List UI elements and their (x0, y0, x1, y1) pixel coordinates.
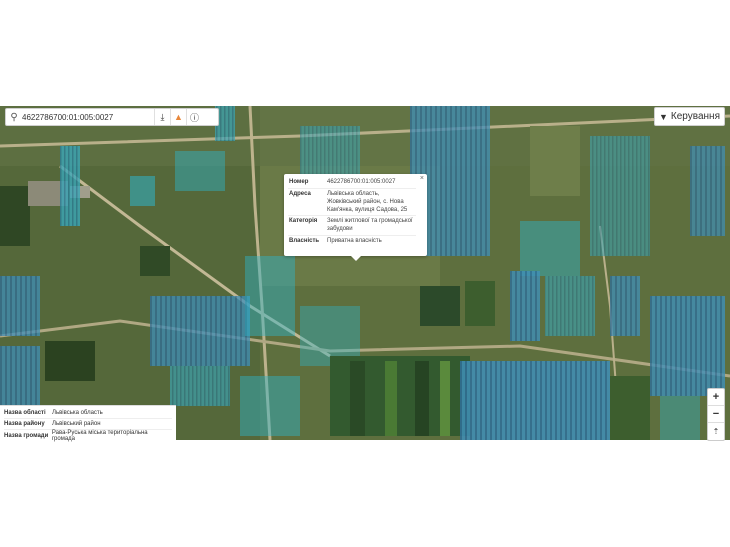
popup-value: Приватна власність (327, 237, 382, 244)
page: ⚲ ⤓ ▲ ⓘ ▼ Керування × Номер 4622786700:0… (0, 0, 730, 547)
popup-row: Власність Приватна власність (288, 235, 416, 246)
parcel-info-table: Номер 4622786700:01:005:0027 Адреса Льві… (288, 177, 416, 246)
control-button[interactable]: ▼ Керування (654, 107, 725, 126)
search-input[interactable] (22, 110, 154, 124)
info-row-hromada: Назва громади Рава-Руська міська територ… (4, 429, 172, 442)
info-row-raion: Назва району Львівський район (4, 419, 172, 430)
popup-pointer (351, 256, 361, 261)
popup-row: Адреса Львівська область, Жовківський ра… (288, 188, 416, 216)
parcel-popup: × Номер 4622786700:01:005:0027 Адреса Ль… (284, 174, 427, 261)
popup-key: Власність (289, 237, 320, 244)
popup-key: Категорія (288, 215, 326, 236)
control-button-label: Керування (670, 111, 720, 122)
info-icon[interactable]: ⓘ (186, 109, 202, 125)
popup-key: Адреса (288, 188, 326, 216)
popup-row: Категорія Землі житлової та громадської … (288, 215, 416, 236)
region-info-panel: Назва області Львівська область Назва ра… (0, 405, 176, 442)
zoom-control: + − ⇡ (707, 388, 725, 441)
info-value: Львівський район (52, 421, 101, 427)
zoom-out-button[interactable]: − (708, 406, 724, 423)
reset-north-button[interactable]: ⇡ (708, 423, 724, 440)
info-value: Львівська область (52, 410, 103, 416)
map-imagery (0, 106, 730, 440)
download-icon[interactable]: ⤓ (154, 109, 170, 125)
info-value: Рава-Руська міська територіальна громада (51, 429, 148, 442)
popup-value: Землі житлової та громадської забудови (326, 215, 416, 236)
popup-value: Львівська область, Жовківський район, с.… (326, 188, 416, 216)
popup-row: Номер 4622786700:01:005:0027 (288, 177, 416, 189)
filter-icon: ▼ (659, 111, 668, 122)
search-bar: ⚲ ⤓ ▲ ⓘ (5, 108, 219, 126)
popup-value: 4622786700:01:005:0027 (326, 177, 416, 189)
info-key: Назва області (4, 410, 46, 416)
zoom-in-button[interactable]: + (708, 389, 724, 406)
info-row-oblast: Назва області Львівська область (4, 408, 172, 419)
close-icon[interactable]: × (420, 175, 424, 182)
info-key: Назва громади (4, 432, 49, 439)
popup-key: Номер (288, 177, 326, 189)
satellite-map[interactable] (0, 106, 730, 440)
info-key: Назва району (4, 421, 45, 427)
warning-icon[interactable]: ▲ (170, 109, 186, 125)
search-icon[interactable]: ⚲ (6, 109, 22, 125)
